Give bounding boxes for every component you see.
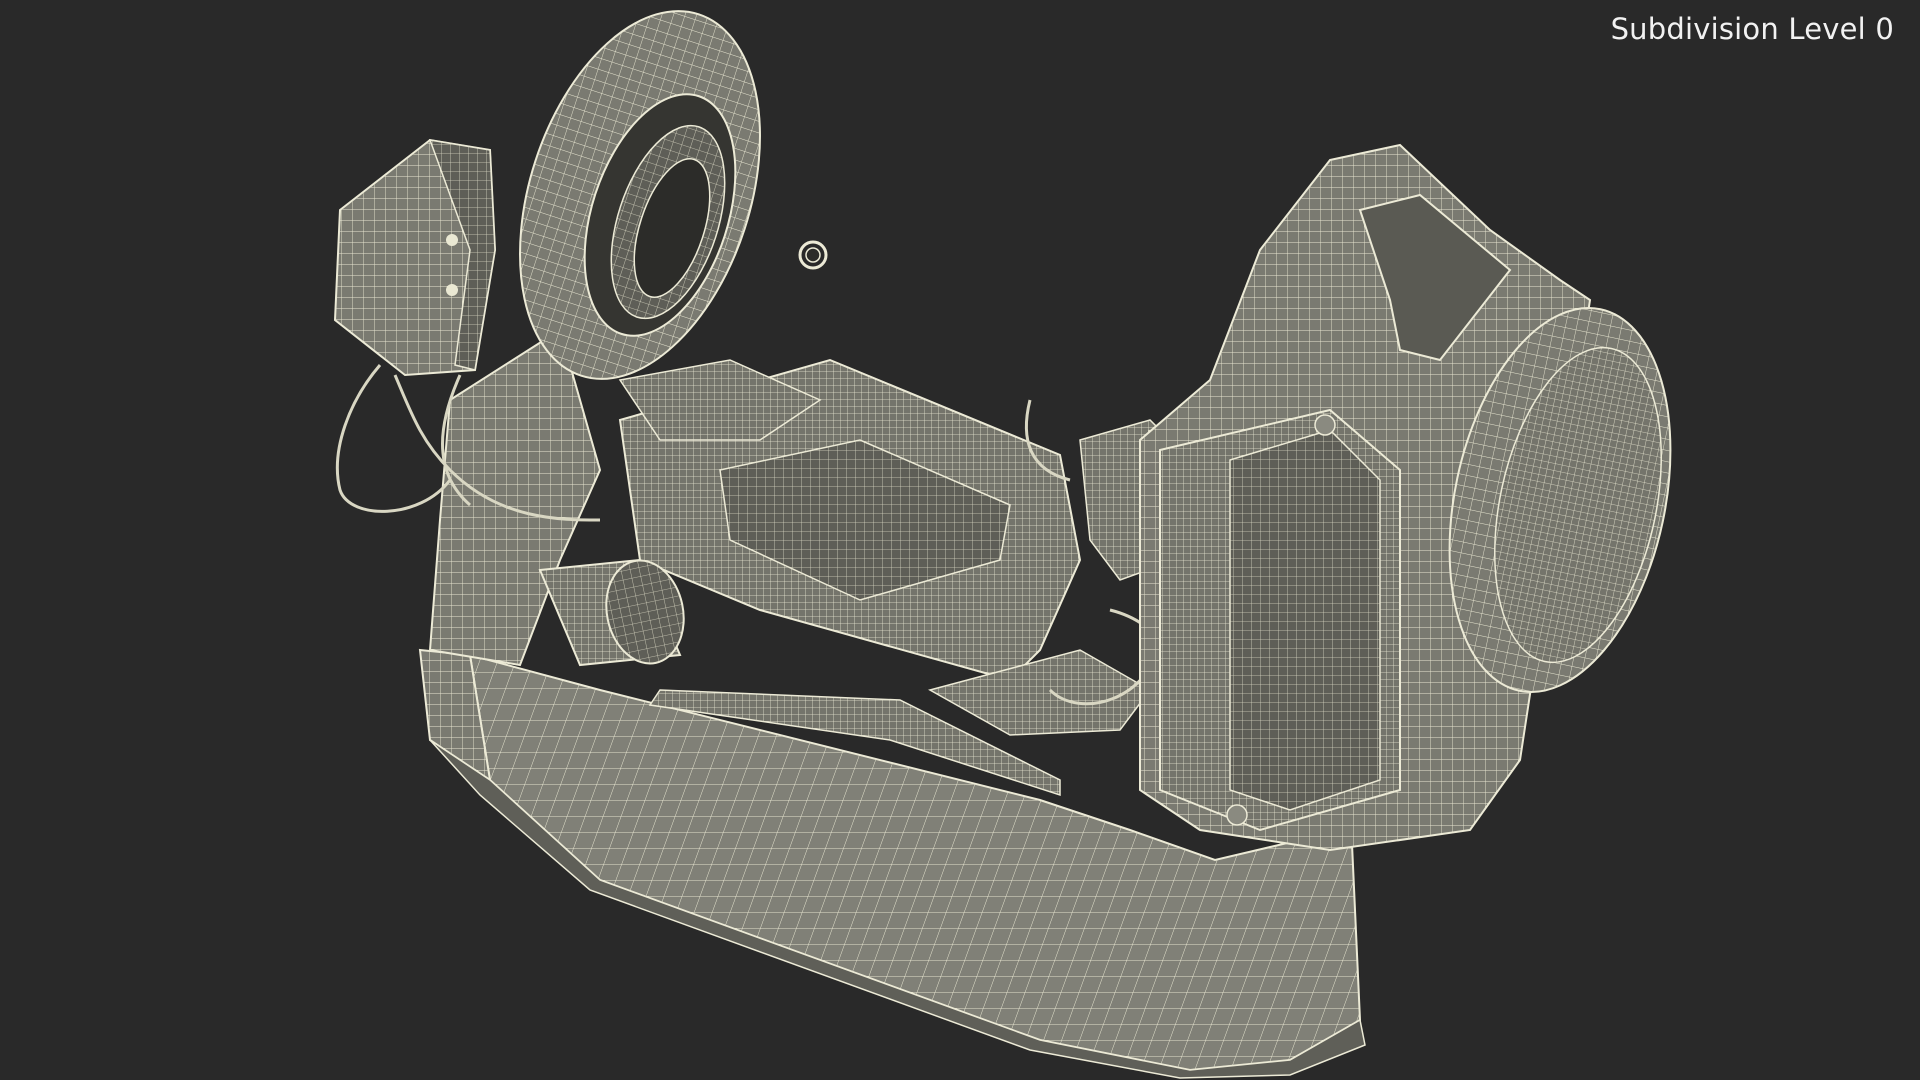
left-side-box	[333, 138, 497, 377]
3d-viewport[interactable]: Subdivision Level 0	[0, 0, 1920, 1080]
central-frame	[618, 358, 1201, 682]
wireframe-model-render	[333, 10, 1672, 1079]
gantry-ring	[519, 10, 828, 380]
subdivision-level-label: Subdivision Level 0	[1610, 12, 1894, 46]
